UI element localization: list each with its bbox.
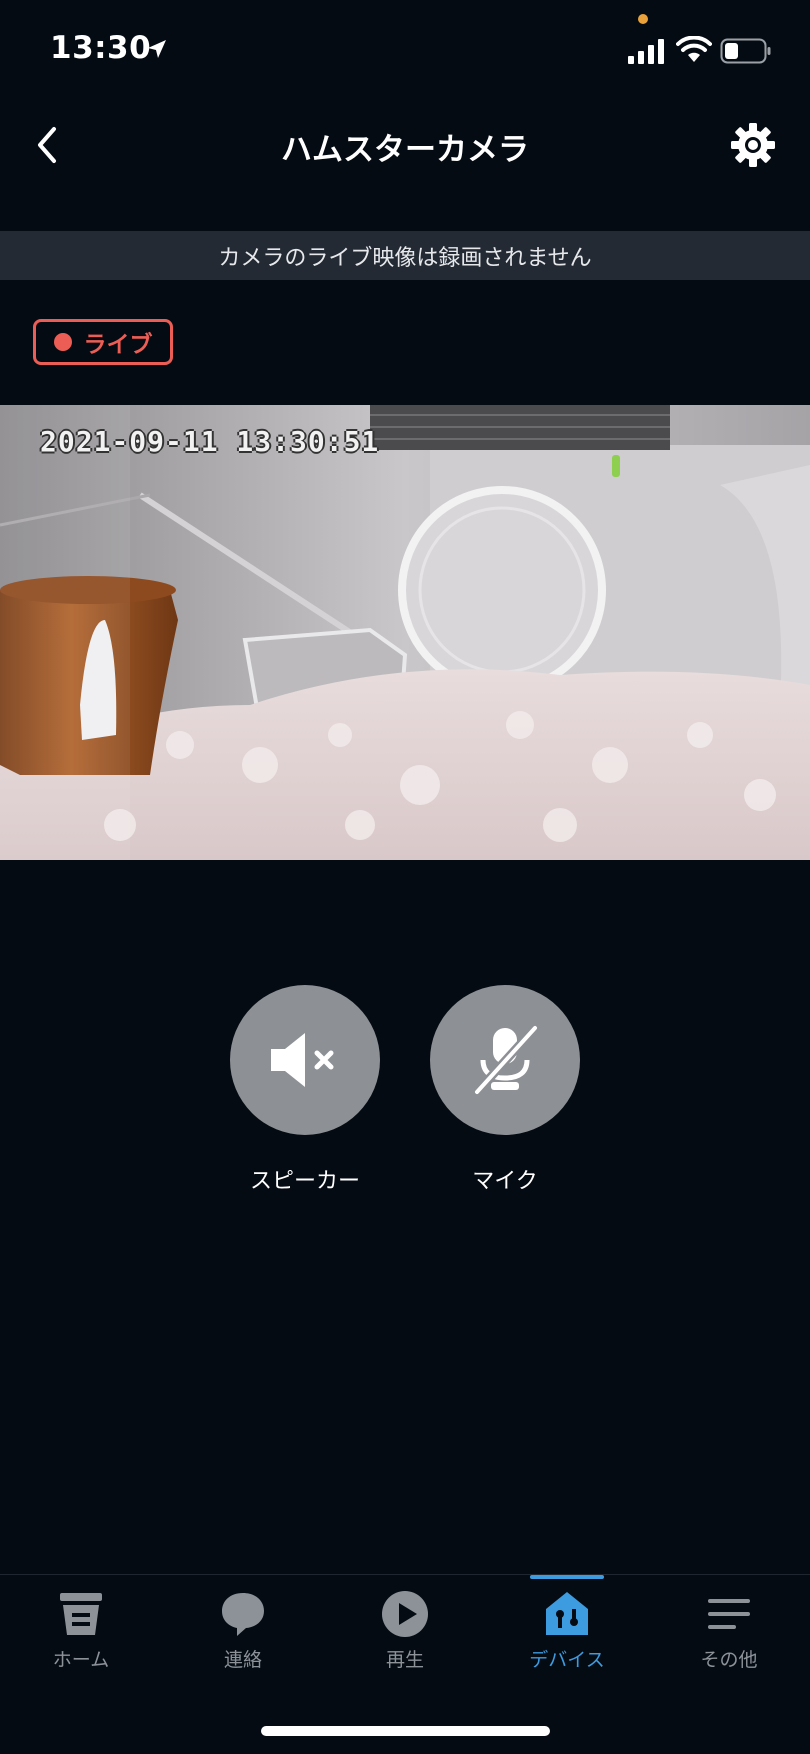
- video-timestamp: 2021-09-11 13:30:51: [40, 425, 380, 458]
- tab-contact-label: 連絡: [223, 1649, 262, 1671]
- play-icon: [382, 1591, 428, 1637]
- tab-devices[interactable]: デバイス: [497, 1589, 637, 1689]
- active-tab-indicator: [530, 1575, 604, 1579]
- tab-more[interactable]: その他: [659, 1589, 799, 1689]
- gear-icon: [731, 123, 775, 167]
- status-time: 13:30: [50, 30, 152, 66]
- tab-playback-label: 再生: [385, 1649, 424, 1671]
- chat-bubble-icon: [222, 1593, 264, 1636]
- speaker-control: スピーカー: [230, 985, 380, 1195]
- speaker-button[interactable]: [230, 985, 380, 1135]
- live-dot-icon: [53, 333, 72, 351]
- recording-notice-text: カメラのライブ映像は録画されません: [218, 245, 592, 271]
- status-bar: 13:30: [0, 0, 810, 100]
- page-title: ハムスターカメラ: [281, 132, 529, 168]
- microphone-label: マイク: [472, 1169, 538, 1194]
- tab-playback[interactable]: 再生: [335, 1589, 475, 1689]
- battery-icon: [720, 38, 771, 64]
- microphone-control: マイク: [430, 985, 580, 1195]
- settings-button[interactable]: [726, 118, 780, 172]
- location-arrow-icon: [148, 40, 166, 58]
- camera-scene-image: [0, 405, 810, 860]
- tab-more-label: その他: [700, 1649, 758, 1671]
- microphone-off-icon: [473, 1024, 539, 1096]
- microphone-button[interactable]: [430, 985, 580, 1135]
- camera-video-feed[interactable]: 2021-09-11 13:30:51: [0, 405, 810, 860]
- tab-contact[interactable]: 連絡: [173, 1589, 313, 1689]
- menu-icon: [708, 1599, 750, 1629]
- recording-notice-banner: カメラのライブ映像は録画されません: [0, 231, 810, 280]
- devices-icon: [546, 1592, 588, 1635]
- live-badge: ライブ: [33, 319, 173, 365]
- tab-devices-label: デバイス: [529, 1649, 605, 1671]
- speaker-muted-icon: [271, 1033, 334, 1087]
- header: ハムスターカメラ: [0, 100, 810, 210]
- camera-in-use-indicator: [638, 14, 648, 24]
- home-icon: [60, 1593, 102, 1635]
- wifi-icon: [676, 36, 712, 62]
- speaker-label: スピーカー: [249, 1169, 360, 1194]
- tab-home-label: ホーム: [52, 1649, 110, 1671]
- live-label: ライブ: [83, 332, 153, 358]
- home-indicator[interactable]: [261, 1726, 550, 1736]
- signal-icon: [628, 39, 664, 64]
- tab-home[interactable]: ホーム: [11, 1589, 151, 1689]
